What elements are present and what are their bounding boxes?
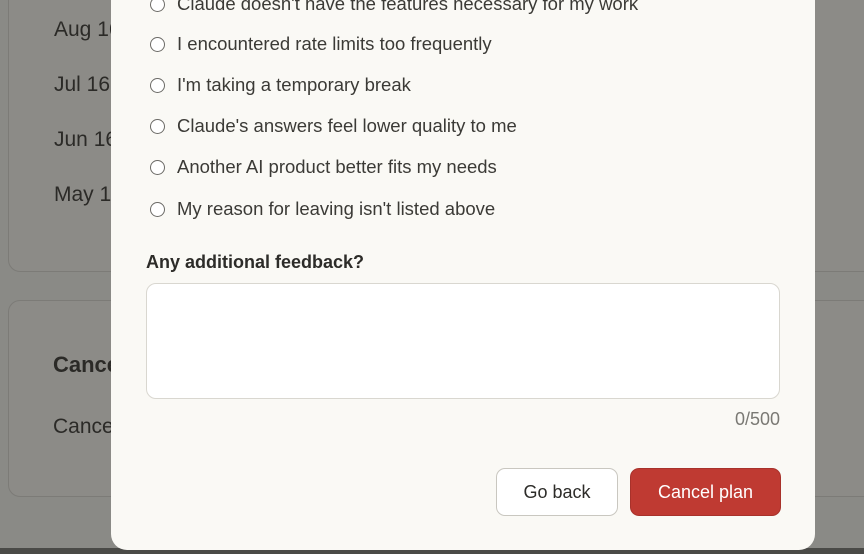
feedback-textarea[interactable]	[146, 283, 780, 399]
reason-option[interactable]: I encountered rate limits too frequently	[150, 32, 492, 56]
reason-option[interactable]: Claude's answers feel lower quality to m…	[150, 114, 517, 138]
reason-label: My reason for leaving isn't listed above	[177, 198, 496, 219]
billing-row-date: Jun 16	[54, 128, 118, 151]
cancel-plan-button[interactable]: Cancel plan	[630, 468, 781, 516]
radio-button[interactable]	[150, 118, 165, 134]
radio-button[interactable]	[150, 77, 165, 93]
reason-option[interactable]: My reason for leaving isn't listed above	[150, 197, 495, 221]
reason-label: I encountered rate limits too frequently	[177, 33, 492, 54]
reason-option[interactable]: Another AI product better fits my needs	[150, 155, 497, 179]
cancel-section-text: Cancel	[53, 415, 119, 438]
go-back-button[interactable]: Go back	[496, 468, 618, 516]
feedback-label: Any additional feedback?	[146, 252, 365, 272]
cancel-plan-dialog: Claude doesn't have the features necessa…	[111, 0, 815, 550]
reason-label: Another AI product better fits my needs	[177, 156, 497, 177]
radio-button[interactable]	[150, 0, 165, 12]
radio-button[interactable]	[150, 36, 165, 52]
reason-label: I'm taking a temporary break	[177, 74, 411, 95]
radio-button[interactable]	[150, 201, 165, 217]
character-counter: 0/500	[734, 409, 780, 429]
reason-option[interactable]: I'm taking a temporary break	[150, 73, 411, 97]
radio-button[interactable]	[150, 159, 165, 175]
page: Aug 16 Jul 16 Jun 16 May 16 Cancel Cance…	[0, 0, 864, 554]
reason-label: Claude doesn't have the features necessa…	[177, 0, 639, 14]
billing-row-date: Jul 16	[54, 73, 111, 96]
reason-option[interactable]: Claude doesn't have the features necessa…	[150, 0, 638, 16]
reason-label: Claude's answers feel lower quality to m…	[177, 115, 517, 136]
